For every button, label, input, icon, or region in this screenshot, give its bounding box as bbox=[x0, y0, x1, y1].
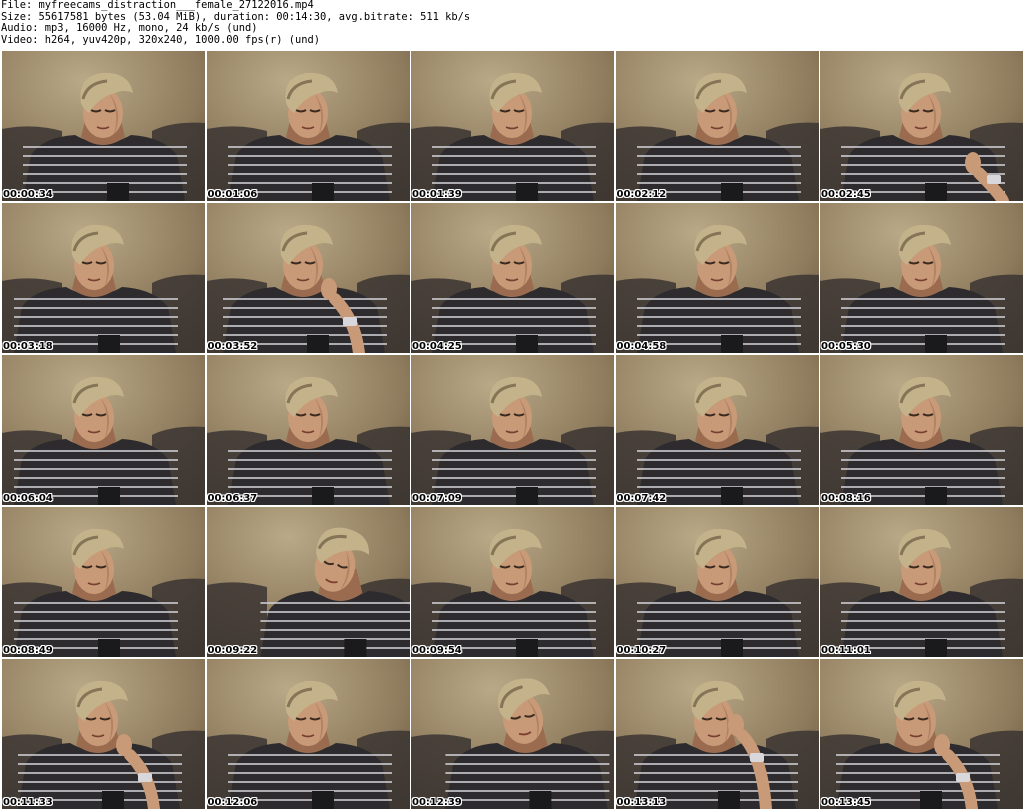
thumbnail-timestamp: 00:09:54 bbox=[412, 645, 462, 656]
shirt-pocket bbox=[925, 335, 947, 353]
hand bbox=[965, 152, 981, 174]
video-thumbnail: 00:09:54 bbox=[411, 507, 614, 657]
shirt-pocket bbox=[311, 183, 334, 201]
thumbnail-timestamp: 00:05:30 bbox=[821, 341, 871, 352]
shirt-pocket bbox=[311, 487, 334, 505]
video-thumbnail: 00:01:39 bbox=[411, 51, 614, 201]
video-thumbnail: 00:12:06 bbox=[206, 659, 410, 809]
shirt-pocket bbox=[720, 183, 743, 201]
thumbnail-grid: 00:00:34 00:01:06 00:01:39 00:02:12 00:0… bbox=[2, 51, 1023, 811]
video-thumbnail: 00:04:58 bbox=[615, 203, 819, 353]
shirt-pocket bbox=[516, 639, 538, 657]
thumbnail-timestamp: 00:02:12 bbox=[616, 189, 667, 200]
thumbnail-timestamp: 00:08:16 bbox=[821, 493, 871, 504]
video-thumbnail: 00:06:37 bbox=[206, 355, 410, 505]
hand bbox=[934, 734, 950, 756]
thumbnail-timestamp: 00:07:42 bbox=[616, 493, 667, 504]
thumbnail-timestamp: 00:13:13 bbox=[616, 797, 667, 808]
video-thumbnail: 00:06:04 bbox=[2, 355, 205, 505]
thumbnail-timestamp: 00:07:09 bbox=[412, 493, 462, 504]
shirt-pocket bbox=[306, 335, 329, 353]
shirt-pocket bbox=[343, 639, 366, 657]
wristwatch bbox=[956, 773, 970, 782]
video-thumbnail: 00:13:45 bbox=[820, 659, 1023, 809]
video-thumbnail: 00:03:52 bbox=[206, 203, 410, 353]
striped-shirt bbox=[259, 591, 410, 657]
video-thumbnail: 00:05:30 bbox=[820, 203, 1023, 353]
shirt-pocket bbox=[516, 487, 538, 505]
shirt-pocket bbox=[516, 183, 538, 201]
hand bbox=[116, 734, 132, 756]
video-thumbnail: 00:12:39 bbox=[411, 659, 614, 809]
thumbnail-timestamp: 00:02:45 bbox=[821, 189, 871, 200]
thumbnail-timestamp: 00:00:34 bbox=[3, 189, 53, 200]
thumbnail-timestamp: 00:06:37 bbox=[207, 493, 258, 504]
shirt-pocket bbox=[516, 335, 538, 353]
shirt-pocket bbox=[107, 183, 129, 201]
video-thumbnail: 00:09:22 bbox=[206, 507, 410, 657]
shirt-pocket bbox=[311, 791, 334, 809]
shirt-pocket bbox=[920, 791, 942, 809]
file-info-line: File: myfreecams_distraction___female_27… bbox=[1, 0, 314, 11]
shirt-pocket bbox=[98, 335, 120, 353]
thumbnail-timestamp: 00:03:52 bbox=[207, 341, 258, 352]
wristwatch bbox=[749, 753, 764, 762]
video-thumbnail: 00:04:25 bbox=[411, 203, 614, 353]
video-thumbnail: 00:10:27 bbox=[615, 507, 819, 657]
wristwatch bbox=[138, 773, 152, 782]
video-thumbnail: 00:11:33 bbox=[2, 659, 205, 809]
video-thumbnail: 00:13:13 bbox=[615, 659, 819, 809]
shirt-pocket bbox=[925, 487, 947, 505]
video-thumbnail: 00:01:06 bbox=[206, 51, 410, 201]
shirt-pocket bbox=[102, 791, 124, 809]
shirt-pocket bbox=[720, 487, 743, 505]
thumbnail-timestamp: 00:12:06 bbox=[207, 797, 258, 808]
thumbnail-timestamp: 00:04:58 bbox=[616, 341, 667, 352]
hand bbox=[320, 278, 337, 300]
thumbnail-timestamp: 00:10:27 bbox=[616, 645, 667, 656]
thumbnail-timestamp: 00:03:18 bbox=[3, 341, 53, 352]
shirt-pocket bbox=[717, 791, 740, 809]
thumbnail-timestamp: 00:08:49 bbox=[3, 645, 53, 656]
video-thumbnail: 00:07:09 bbox=[411, 355, 614, 505]
video-thumbnail: 00:08:49 bbox=[2, 507, 205, 657]
video-info-line: Video: h264, yuv420p, 320x240, 1000.00 f… bbox=[1, 34, 321, 47]
shirt-pocket bbox=[925, 183, 947, 201]
thumbnail-timestamp: 00:09:22 bbox=[207, 645, 258, 656]
hand bbox=[727, 714, 744, 736]
shirt-pocket bbox=[98, 639, 120, 657]
wristwatch bbox=[342, 317, 357, 326]
thumbnail-timestamp: 00:01:39 bbox=[412, 189, 462, 200]
video-thumbnail: 00:02:45 bbox=[820, 51, 1023, 201]
video-thumbnail: 00:11:01 bbox=[820, 507, 1023, 657]
shirt-pocket bbox=[720, 639, 743, 657]
thumbnail-timestamp: 00:11:33 bbox=[3, 797, 53, 808]
shirt-pocket bbox=[720, 335, 743, 353]
shirt-pocket bbox=[925, 639, 947, 657]
thumbnail-timestamp: 00:04:25 bbox=[412, 341, 462, 352]
thumbnail-timestamp: 00:12:39 bbox=[412, 797, 462, 808]
video-thumbnail: 00:08:16 bbox=[820, 355, 1023, 505]
thumbnail-timestamp: 00:06:04 bbox=[3, 493, 53, 504]
video-thumbnail: 00:07:42 bbox=[615, 355, 819, 505]
thumbnail-timestamp: 00:01:06 bbox=[207, 189, 258, 200]
thumbnail-timestamp: 00:13:45 bbox=[821, 797, 871, 808]
thumbnail-timestamp: 00:11:01 bbox=[821, 645, 871, 656]
video-thumbnail: 00:00:34 bbox=[2, 51, 205, 201]
shirt-pocket bbox=[529, 791, 552, 809]
video-thumbnail: 00:03:18 bbox=[2, 203, 205, 353]
shirt-pocket bbox=[98, 487, 120, 505]
wristwatch bbox=[987, 175, 1001, 184]
video-thumbnail: 00:02:12 bbox=[615, 51, 819, 201]
file-info-header: File: myfreecams_distraction___female_27… bbox=[1, 0, 1021, 47]
